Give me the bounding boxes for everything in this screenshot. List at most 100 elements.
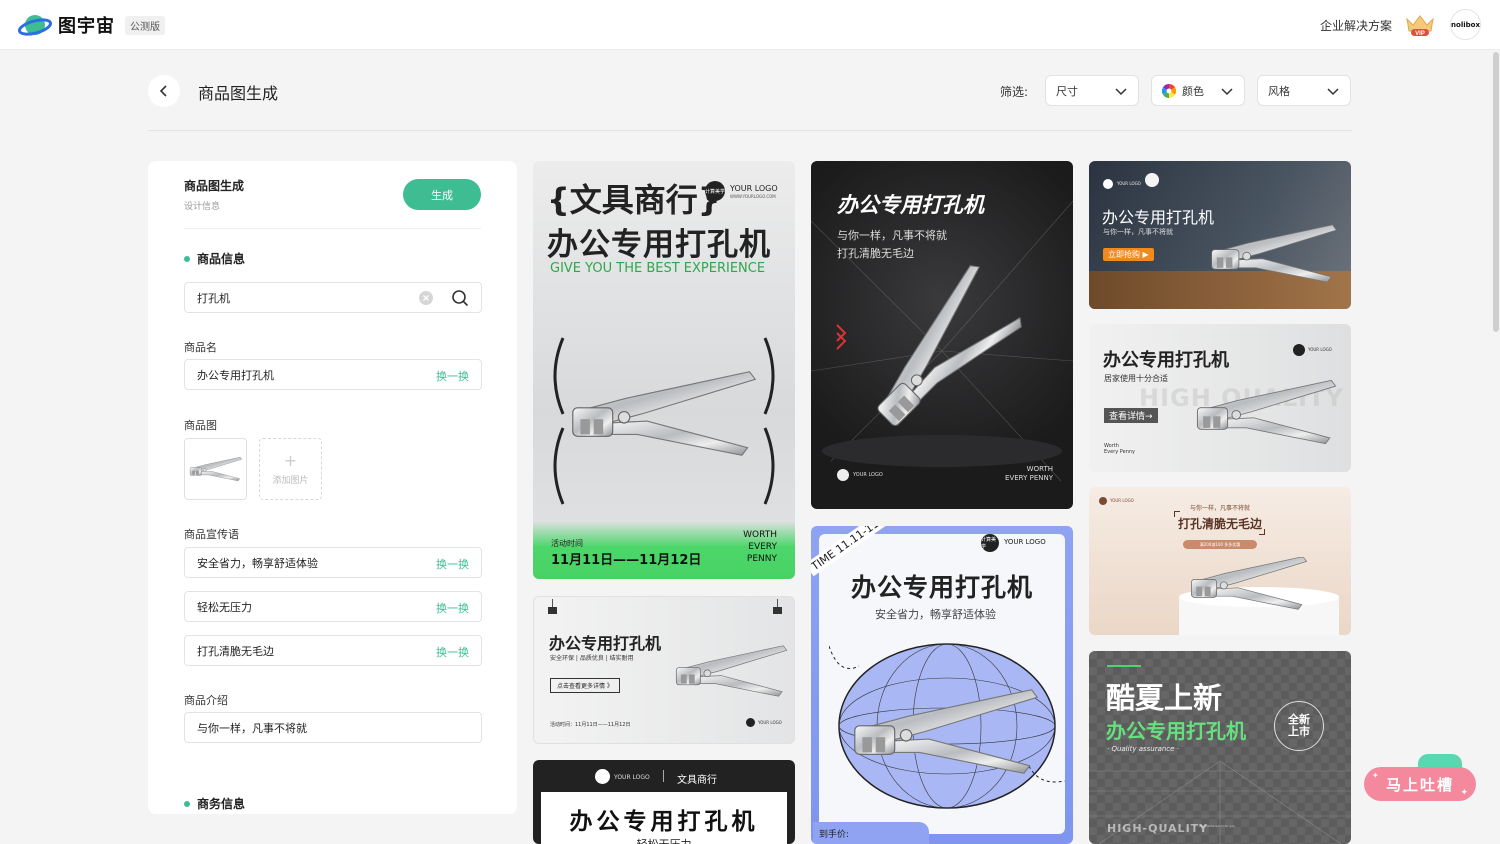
page-title: 商品图生成 bbox=[198, 84, 279, 103]
card2-line2: 打孔清脆无毛边 bbox=[837, 247, 914, 260]
card9-title2: 办公专用打孔机 bbox=[1106, 719, 1246, 743]
card5-title: 办公专用打孔机 bbox=[549, 634, 662, 653]
template-card-4[interactable]: HIGH QUALITY 办公专用打孔机 居家使用十分合适 查看详情→ Wort… bbox=[1089, 324, 1351, 472]
slogan-field-3[interactable]: 打孔清脆无毛边 换一换 bbox=[184, 635, 482, 666]
card7-podium-image bbox=[1179, 557, 1339, 635]
card4-detail-button: 查看详情→ bbox=[1104, 408, 1158, 423]
chevron-down-icon bbox=[1115, 88, 1127, 96]
card1-penny: PENNY bbox=[746, 554, 777, 564]
card9-seal: 全新上市 bbox=[1274, 701, 1324, 751]
clear-icon[interactable] bbox=[419, 291, 433, 305]
app-logo[interactable]: 图宇宙 公测版 bbox=[18, 10, 165, 40]
template-card-7[interactable]: YOUR LOGO 与你一样，凡事不将就 打孔清脆无毛边 满200减100 多多… bbox=[1089, 487, 1351, 635]
card7-title: 打孔清脆无毛边 bbox=[1177, 517, 1262, 531]
product-name-field[interactable]: 办公专用打孔机 换一换 bbox=[184, 359, 482, 390]
slogan-value-3: 打孔清脆无毛边 bbox=[197, 644, 274, 658]
chevron-down-icon bbox=[1221, 88, 1233, 96]
sparkle-icon: ✦ bbox=[1460, 788, 1470, 798]
card8-separator bbox=[663, 770, 664, 782]
card1-brace-title: {文具商行} bbox=[547, 181, 721, 219]
template-card-3[interactable]: YOUR LOGO 办公专用打孔机 与你一样，凡事不将就 立即抢购 ▶ bbox=[1089, 161, 1351, 309]
filter-style-dropdown[interactable]: 风格 bbox=[1257, 75, 1351, 106]
card3-sub: 与你一样，凡事不将就 bbox=[1103, 228, 1173, 236]
card5-sub: 安全环保 | 品质优良 | 结实耐用 bbox=[550, 655, 634, 662]
card2-every-penny: EVERY PENNY bbox=[1005, 474, 1053, 482]
template-card-1[interactable]: {文具商行} 计算美学 YOUR LOGO WWW.YOURLOGO.COM 办… bbox=[533, 161, 795, 579]
card6-title: 办公专用打孔机 bbox=[851, 573, 1034, 602]
card4-logo: YOUR LOGO bbox=[1308, 347, 1332, 352]
product-image-thumbnail[interactable] bbox=[184, 438, 247, 500]
card1-title: 办公专用打孔机 bbox=[547, 227, 771, 263]
slogan-value-1: 安全省力，畅享舒适体验 bbox=[197, 556, 318, 570]
card1-logo: YOUR LOGO bbox=[730, 184, 778, 193]
top-bar: 图宇宙 公测版 企业解决方案 VIP nolibox bbox=[0, 0, 1500, 50]
card4-worth-block: Worth Every Penny bbox=[1104, 443, 1135, 455]
card4-every: Every Penny bbox=[1104, 449, 1136, 455]
swap-slogan-1-button[interactable]: 换一换 bbox=[436, 556, 469, 572]
section-product-label: 商品信息 bbox=[197, 252, 246, 266]
filter-size-dropdown[interactable]: 尺寸 bbox=[1045, 75, 1139, 106]
card1-badge: 计算美学 bbox=[705, 181, 725, 201]
card9-accent-line bbox=[1107, 665, 1141, 667]
intro-field[interactable]: 与你一样，凡事不将就 bbox=[184, 712, 482, 743]
header-divider bbox=[148, 130, 1352, 131]
color-wheel-icon bbox=[1162, 83, 1176, 98]
filter-style-label: 风格 bbox=[1268, 84, 1290, 98]
card9-quality: · Quality assurance · bbox=[1107, 745, 1179, 753]
slogan-value-2: 轻松无压力 bbox=[197, 600, 252, 614]
vip-label: VIP bbox=[1415, 31, 1425, 37]
feedback-button[interactable]: 马上吐槽 ✦ ✦ bbox=[1364, 767, 1476, 801]
feedback-label: 马上吐槽 bbox=[1385, 775, 1454, 794]
swap-slogan-2-button[interactable]: 换一换 bbox=[436, 600, 469, 616]
swap-slogan-3-button[interactable]: 换一换 bbox=[436, 644, 469, 660]
design-info-panel: 商品图生成 设计信息 生成 商品信息 打孔机 商品名 办公专用打孔机 换一换 商… bbox=[148, 161, 517, 814]
generate-button[interactable]: 生成 bbox=[403, 179, 481, 210]
card4-title: 办公专用打孔机 bbox=[1103, 350, 1229, 371]
slogan-field-1[interactable]: 安全省力，畅享舒适体验 换一换 bbox=[184, 547, 482, 578]
card6-sub: 安全省力，畅享舒适体验 bbox=[875, 608, 996, 621]
product-image-label: 商品图 bbox=[184, 419, 217, 432]
sparkle-icon: ✦ bbox=[1372, 771, 1381, 780]
card8-logo-mark bbox=[595, 769, 610, 784]
card1-hole-punch-image bbox=[553, 337, 775, 505]
intro-label: 商品介绍 bbox=[184, 694, 228, 707]
template-card-2[interactable]: 办公专用打孔机 与你一样，凡事不将就 打孔清脆无毛边 YOUR LOGO WOR… bbox=[811, 161, 1073, 509]
card5-clip-right bbox=[773, 607, 782, 614]
section-business-label: 商务信息 bbox=[197, 797, 246, 811]
plus-icon: + bbox=[283, 450, 298, 470]
card3-logo-mark bbox=[1103, 179, 1113, 189]
page-scrollbar[interactable] bbox=[1493, 52, 1499, 332]
template-card-5[interactable]: 办公专用打孔机 安全环保 | 品质优良 | 结实耐用 点击查看更多详情 》 活动… bbox=[533, 596, 795, 744]
card3-buy-button: 立即抢购 ▶ bbox=[1103, 248, 1154, 261]
card8-logo: YOUR LOGO bbox=[614, 774, 650, 781]
card3-light-orb bbox=[1145, 173, 1159, 187]
card7-promo-pill: 满200减100 多多优惠 bbox=[1183, 540, 1257, 549]
card4-sub: 居家使用十分合适 bbox=[1104, 374, 1168, 383]
user-avatar[interactable]: nolibox bbox=[1450, 9, 1481, 40]
product-search-input[interactable]: 打孔机 bbox=[184, 282, 482, 313]
card3-logo: YOUR LOGO bbox=[1117, 181, 1141, 186]
card1-event-date: 11月11日——11月12日 bbox=[551, 553, 702, 568]
search-icon[interactable] bbox=[451, 289, 469, 307]
panel-subtitle: 设计信息 bbox=[184, 202, 221, 212]
enterprise-solutions-link[interactable]: 企业解决方案 bbox=[1320, 17, 1392, 34]
card6-price-label: 到手价: bbox=[819, 830, 850, 840]
card6-badge: 计算美学 bbox=[981, 534, 999, 552]
card5-clip-left bbox=[548, 607, 557, 614]
swap-name-button[interactable]: 换一换 bbox=[436, 368, 469, 384]
back-button[interactable] bbox=[148, 75, 180, 107]
card9-bottom-text: HIGH-QUALITY bbox=[1107, 822, 1209, 835]
template-card-9[interactable]: 酷夏上新 办公专用打孔机 · Quality assurance · 全新上市 … bbox=[1089, 651, 1351, 844]
vip-crown-icon[interactable]: VIP bbox=[1404, 13, 1436, 37]
card1-every: EVERY bbox=[748, 542, 777, 552]
section-business-info: 商务信息 bbox=[184, 795, 245, 812]
product-name-label: 商品名 bbox=[184, 341, 217, 354]
section-product-info: 商品信息 bbox=[184, 250, 245, 267]
template-card-6[interactable]: TIME 11.11-11.20 计算美学 YOUR LOGO 办公专用打孔机 … bbox=[811, 526, 1073, 844]
template-card-8[interactable]: YOUR LOGO 文具商行 办公专用打孔机 轻松无压力 bbox=[533, 760, 795, 844]
add-image-button[interactable]: + 添加图片 bbox=[259, 438, 322, 500]
filter-color-dropdown[interactable]: 颜色 bbox=[1151, 75, 1245, 106]
slogan-field-2[interactable]: 轻松无压力 换一换 bbox=[184, 591, 482, 622]
card1-worth-block: WORTH EVERY PENNY bbox=[733, 529, 777, 565]
card9-seal-text: 全新上市 bbox=[1288, 713, 1310, 738]
